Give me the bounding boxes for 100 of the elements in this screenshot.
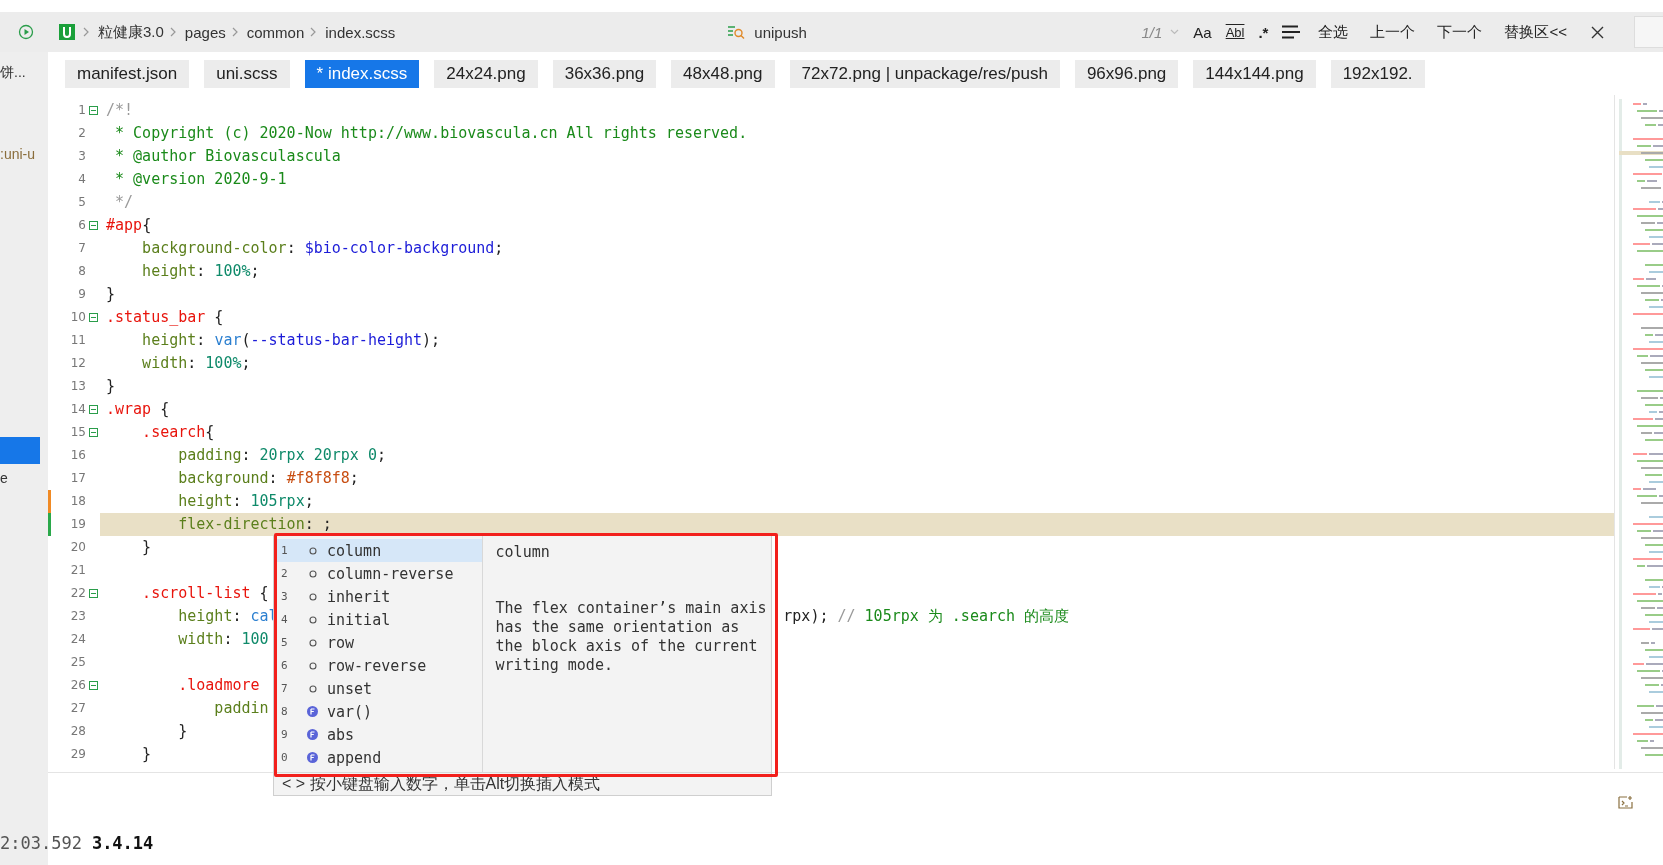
code-line: padding: 20rpx 20rpx 0; <box>177 446 386 464</box>
line-number: 10 <box>69 309 86 326</box>
log-time: 2:03.592 <box>0 833 82 853</box>
breadcrumb-item[interactable]: pages <box>184 23 226 41</box>
code-line: height: 105rpx; <box>177 492 314 510</box>
detail-text: The flex container’s main axis has the same orientation as the block axis of the current writing mode. <box>495 599 768 675</box>
search-scope: unipush <box>754 23 807 41</box>
code-line: } <box>106 377 116 395</box>
fold-icon[interactable] <box>88 589 98 598</box>
line-number: 5 <box>77 194 86 211</box>
suggestion-item[interactable]: 1 column <box>277 539 482 562</box>
project-icon <box>59 24 75 40</box>
fold-icon[interactable] <box>88 405 98 414</box>
line-number: 16 <box>69 447 86 464</box>
suggestion-item[interactable]: 2 column-reverse <box>277 562 482 585</box>
file-tab[interactable]: 48x48.png <box>671 59 775 88</box>
file-tab[interactable]: 72x72.png | unpackage/res/push <box>789 59 1060 88</box>
find-action[interactable]: 下一个 <box>1433 22 1487 42</box>
line-number: 20 <box>69 539 86 556</box>
suggestion-item[interactable]: 4 initial <box>277 608 482 631</box>
code-line: height: 100%; <box>141 262 260 280</box>
match-count: 1/1 <box>1141 23 1163 41</box>
line-number: 2 <box>77 125 86 142</box>
log-message: 3.4.14 <box>91 833 154 853</box>
file-tab[interactable]: 96x96.png <box>1074 59 1179 88</box>
line-number: 24 <box>69 631 86 648</box>
code-line: background: #f8f8f8; <box>177 469 359 487</box>
find-action[interactable]: 全选 <box>1314 22 1353 42</box>
search-option[interactable]: Abl <box>1225 24 1245 40</box>
fold-icon[interactable] <box>88 681 98 690</box>
keyword-icon <box>309 546 317 555</box>
search-option[interactable]: .* <box>1258 23 1269 41</box>
chevron-icon <box>169 27 176 37</box>
code-line: .search{ <box>141 423 215 441</box>
suggestion-item[interactable]: 8 var() <box>277 700 482 723</box>
sidebar-item[interactable]: :uni-u <box>0 142 48 166</box>
minimap-drawing[interactable] <box>1614 95 1663 769</box>
fold-icon[interactable] <box>88 428 98 437</box>
code-line: * @author Biovasculascula <box>114 147 341 165</box>
sidebar-item[interactable]: e <box>0 466 48 490</box>
suggestion-item[interactable]: 6 row-reverse <box>277 654 482 677</box>
fold-icon[interactable] <box>88 106 98 115</box>
line-number: 15 <box>69 424 86 441</box>
code-line: } <box>177 722 188 740</box>
line-number: 25 <box>69 654 86 671</box>
keyword-icon <box>309 592 317 601</box>
code-line: .wrap { <box>106 400 170 418</box>
code-line: paddin <box>213 699 269 717</box>
code-line: * Copyright (c) 2020-Now http://www.biovascula.cn All rights reserved. <box>114 124 748 142</box>
keyword-icon <box>309 569 317 578</box>
function-icon <box>307 752 318 763</box>
keyword-icon <box>309 638 317 647</box>
code-line: .scroll-list { <box>141 584 269 602</box>
chevron-icon <box>310 27 317 37</box>
line-number: 9 <box>77 286 86 303</box>
suggestion-item[interactable]: 5 row <box>277 631 482 654</box>
breadcrumb-item[interactable]: common <box>246 23 305 41</box>
code-line: /*! <box>106 101 134 119</box>
chevron-icon <box>231 27 238 37</box>
code-line: .status_bar { <box>106 308 224 326</box>
align-icon[interactable] <box>1282 25 1301 39</box>
code-line: } <box>141 538 152 556</box>
search-option[interactable]: Aa <box>1193 23 1212 41</box>
file-tab[interactable]: * index.scss <box>304 59 420 88</box>
file-tab[interactable]: 144x144.png <box>1193 59 1316 88</box>
fold-icon[interactable] <box>88 313 98 322</box>
code-line: .loadmore <box>177 676 260 694</box>
file-tab[interactable]: 36x36.png <box>552 59 657 88</box>
find-action[interactable]: 上一个 <box>1366 22 1420 42</box>
terminal-icon[interactable] <box>1618 795 1633 809</box>
line-number: 29 <box>69 746 86 763</box>
breadcrumb-item[interactable]: 粒健康3.0 <box>98 22 164 42</box>
breadcrumb-item[interactable]: index.scss <box>325 23 396 41</box>
suggestion-item[interactable]: 7 unset <box>277 677 482 700</box>
sidebar-item[interactable]: 饼... <box>0 60 48 84</box>
run-icon[interactable] <box>18 24 34 40</box>
file-tab[interactable]: 24x24.png <box>434 59 538 88</box>
code-line: } <box>106 285 116 303</box>
line-number: 13 <box>69 378 86 395</box>
suggestion-item[interactable]: 0 append <box>277 746 482 769</box>
fold-icon[interactable] <box>88 221 98 230</box>
line-number: 19 <box>69 516 86 533</box>
line-number: 28 <box>69 723 86 740</box>
suggestion-item[interactable]: 3 inherit <box>277 585 482 608</box>
file-tab[interactable]: 192x192. <box>1330 59 1425 88</box>
chevron-icon <box>83 27 89 37</box>
line-number: 7 <box>77 240 86 257</box>
find-action[interactable]: 替换区<< <box>1500 22 1571 42</box>
keyword-icon <box>309 661 317 670</box>
line-number: 22 <box>69 585 86 602</box>
close-icon[interactable] <box>1591 25 1604 39</box>
keyword-icon <box>309 615 317 624</box>
line-number: 18 <box>69 493 86 510</box>
code-line: height: var(--status-bar-height); <box>141 331 441 349</box>
file-tab[interactable]: uni.scss <box>204 59 290 88</box>
file-tab[interactable]: manifest.json <box>65 59 190 88</box>
detail-title: column <box>495 543 551 563</box>
line-number: 4 <box>77 171 86 188</box>
suggestion-item[interactable]: 9 abs <box>277 723 482 746</box>
code-line: #app{ <box>106 216 152 234</box>
